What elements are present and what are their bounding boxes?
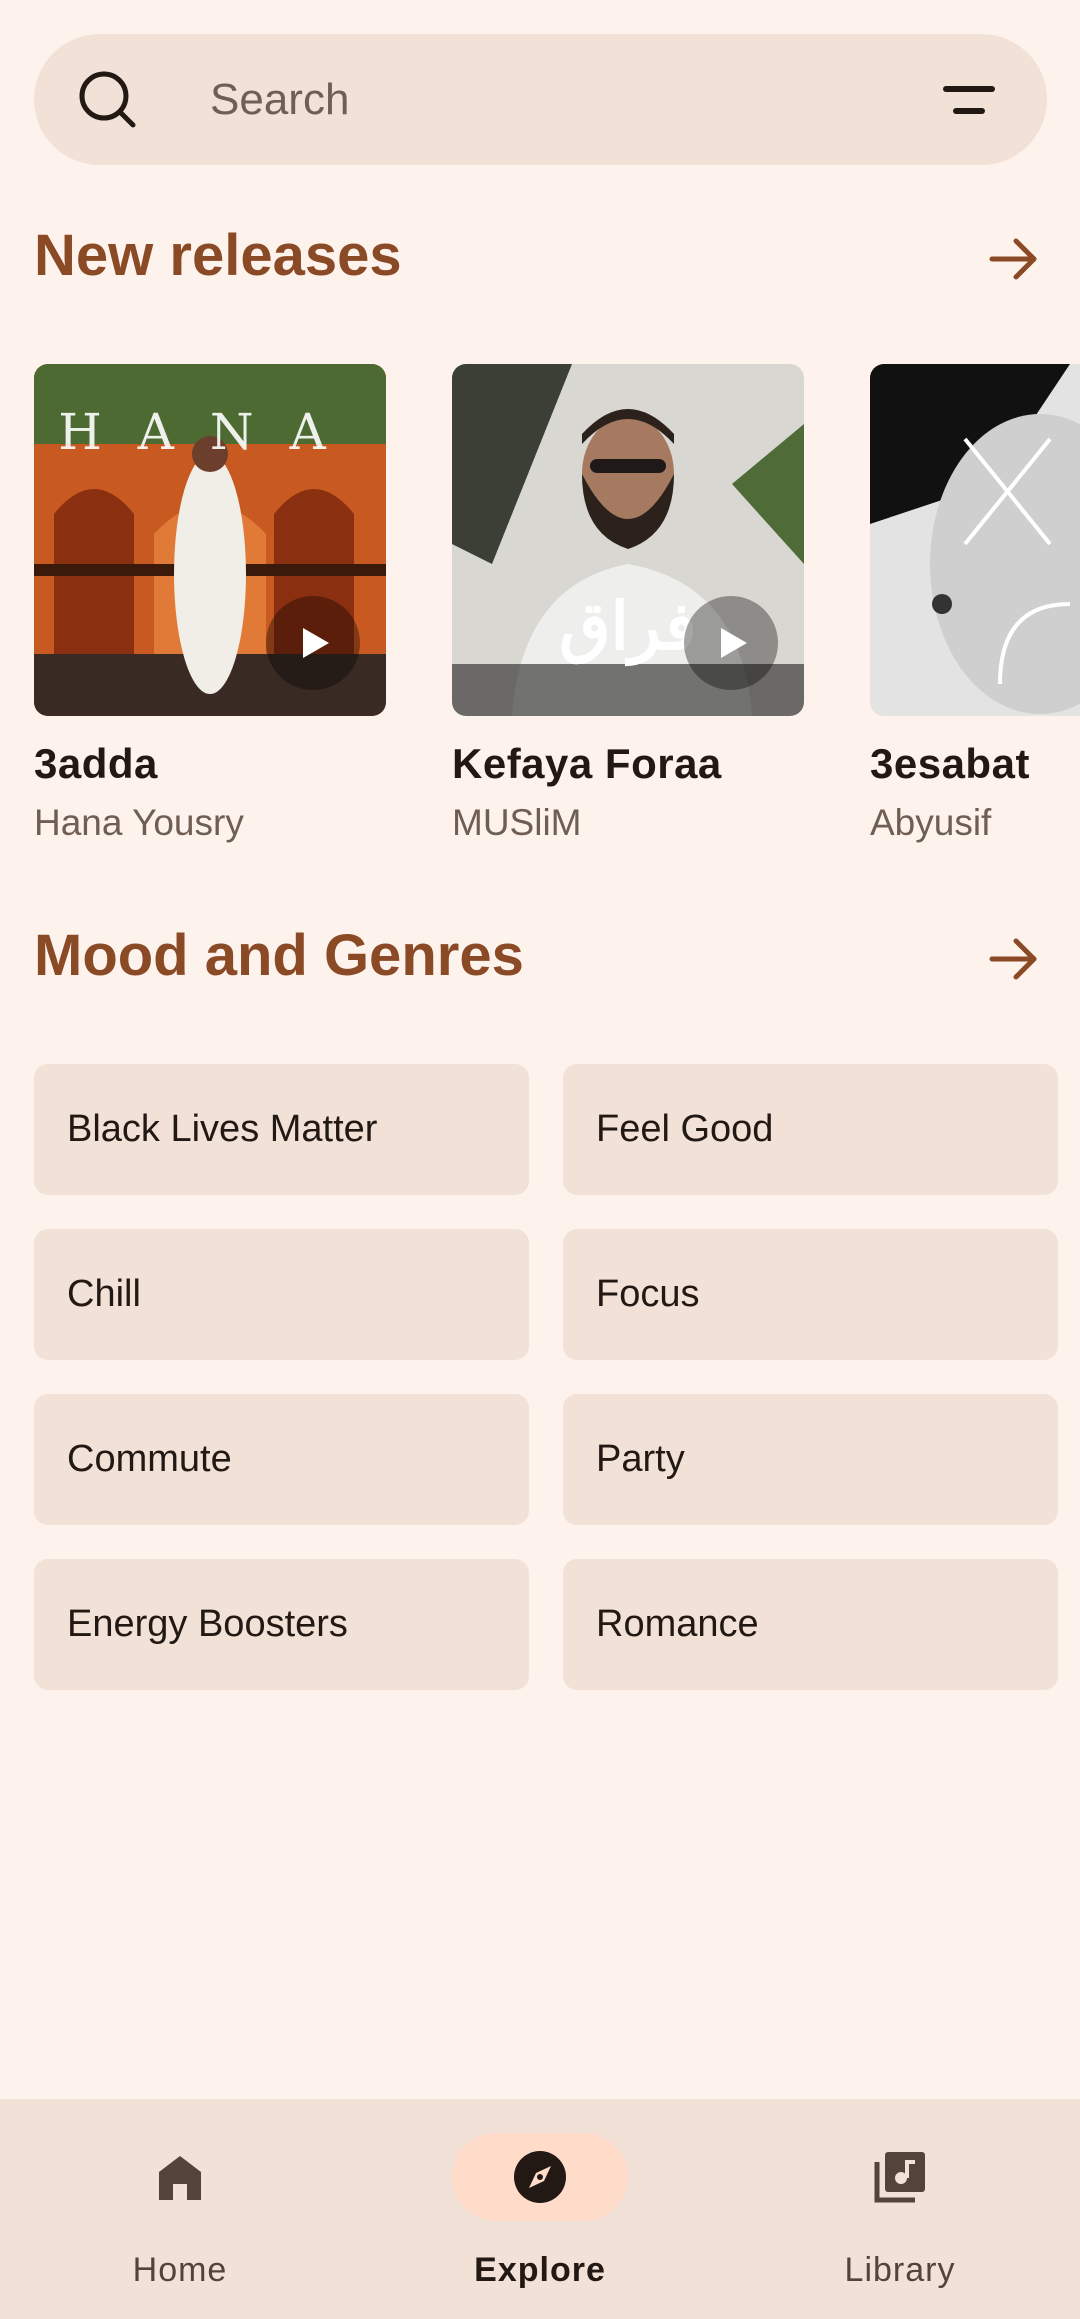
release-title: Kefaya Foraa xyxy=(452,740,722,787)
genre-chip[interactable]: Romance xyxy=(563,1559,1058,1690)
play-button[interactable] xyxy=(684,596,778,690)
release-title: 3adda xyxy=(34,740,158,787)
nav-label-home: Home xyxy=(132,2251,228,2289)
mood-genres-title: Mood and Genres xyxy=(34,923,524,988)
release-artist: Abyusif xyxy=(870,802,992,843)
library-icon xyxy=(874,2152,925,2203)
genre-chip[interactable]: Party xyxy=(563,1394,1058,1525)
play-icon xyxy=(303,628,329,658)
release-artist: MUSliM xyxy=(452,802,582,843)
play-icon xyxy=(721,628,747,658)
genre-chip[interactable]: Black Lives Matter xyxy=(34,1064,529,1195)
new-releases-more-button[interactable] xyxy=(978,223,1050,295)
nav-item-explore[interactable]: Explore xyxy=(360,2099,720,2319)
filter-icon[interactable] xyxy=(943,84,995,116)
nav-item-home[interactable]: Home xyxy=(0,2099,360,2319)
search-icon[interactable] xyxy=(78,70,138,130)
arrow-right-icon xyxy=(989,938,1037,980)
release-card[interactable]: HANA 3adda Hana Yousry xyxy=(34,364,386,844)
new-releases-title: New releases xyxy=(34,223,402,288)
nav-label-library: Library xyxy=(844,2251,956,2289)
arrow-right-icon xyxy=(989,238,1037,280)
release-card[interactable]: فراق Kefaya Foraa MUSliM xyxy=(452,364,804,844)
svg-text:HANA: HANA xyxy=(58,403,362,461)
genre-chip[interactable]: Energy Boosters xyxy=(34,1559,529,1690)
genre-chip[interactable]: Chill xyxy=(34,1229,529,1360)
play-button[interactable] xyxy=(266,596,360,690)
genre-chip[interactable]: Feel Good xyxy=(563,1064,1058,1195)
album-cover[interactable]: HANA xyxy=(34,364,386,716)
new-releases-carousel[interactable]: HANA 3adda Hana Yousry فراق Kefaya Foraa… xyxy=(0,364,1080,864)
genre-chip[interactable]: Commute xyxy=(34,1394,529,1525)
explore-screen: Search New releases HANA 3adda Hana Yous… xyxy=(0,0,1080,2319)
nav-item-library[interactable]: Library xyxy=(720,2099,1080,2319)
explore-icon xyxy=(514,2151,566,2203)
home-icon xyxy=(159,2156,201,2200)
album-cover[interactable] xyxy=(870,364,1080,716)
album-cover[interactable]: فراق xyxy=(452,364,804,716)
genre-chip[interactable]: Focus xyxy=(563,1229,1058,1360)
search-input[interactable]: Search xyxy=(210,75,349,125)
bottom-navigation: Home Explore Library xyxy=(0,2099,1080,2319)
release-card[interactable]: 3esabat Abyusif xyxy=(870,364,1080,844)
release-title: 3esabat xyxy=(870,740,1030,787)
nav-label-explore: Explore xyxy=(474,2251,606,2289)
album-art-image xyxy=(870,364,1080,716)
mood-genres-more-button[interactable] xyxy=(978,923,1050,995)
svg-text:فراق: فراق xyxy=(559,587,697,667)
release-artist: Hana Yousry xyxy=(34,802,244,843)
search-bar[interactable]: Search xyxy=(34,34,1047,165)
